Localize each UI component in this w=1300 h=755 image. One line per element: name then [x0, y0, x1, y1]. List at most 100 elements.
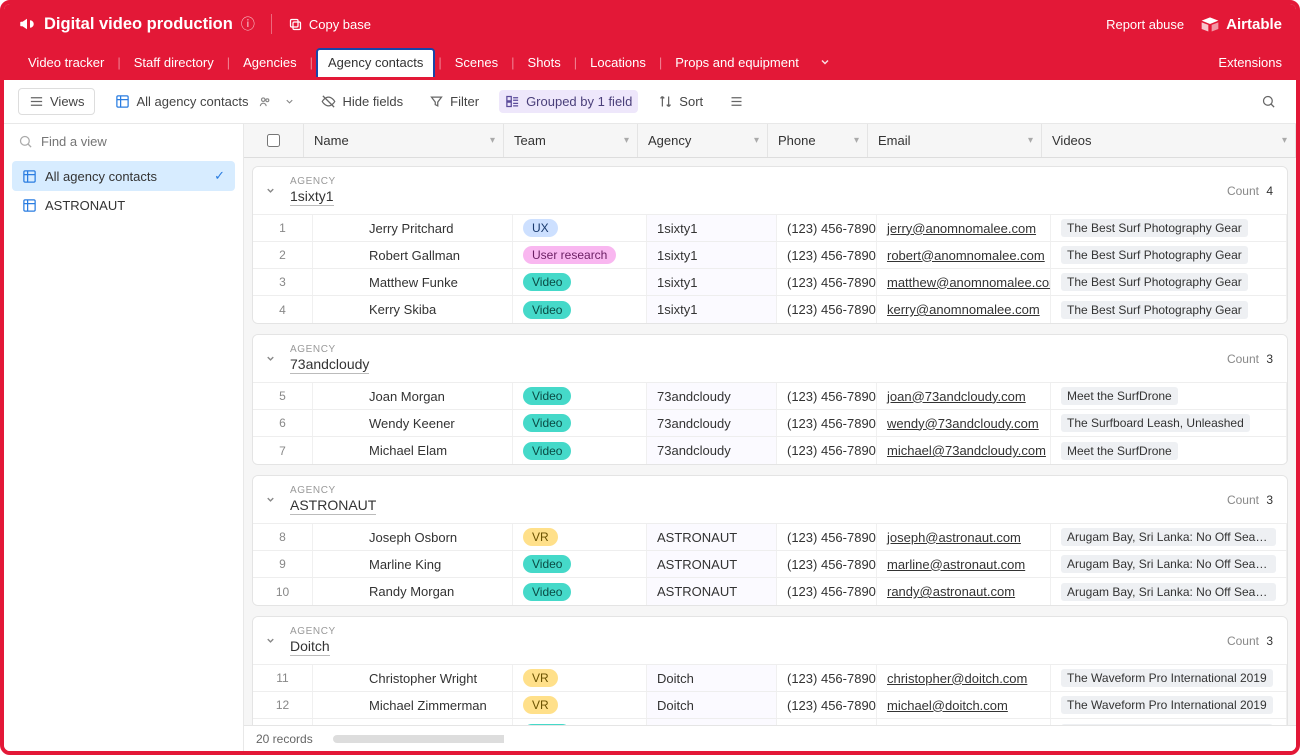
tab-staff-directory[interactable]: Staff directory [124, 49, 224, 76]
views-button[interactable]: Views [18, 88, 95, 115]
base-title[interactable]: Digital video production [44, 15, 233, 34]
cell-videos[interactable]: The Best Surf Photography Gear [1051, 242, 1287, 268]
cell-phone[interactable]: (123) 456-7890 [777, 215, 877, 241]
column-header-agency[interactable]: Agency▾ [638, 124, 768, 157]
table-row[interactable]: 12Michael ZimmermanVRDoitch(123) 456-789… [253, 692, 1287, 719]
column-header-phone[interactable]: Phone▾ [768, 124, 868, 157]
info-icon[interactable]: ⓘ [241, 14, 255, 34]
cell-name[interactable]: Michael Zimmerman [313, 692, 513, 718]
cell-videos[interactable]: Arugam Bay, Sri Lanka: No Off Season [1051, 524, 1287, 550]
column-header-email[interactable]: Email▾ [868, 124, 1042, 157]
cell-agency[interactable]: 73andcloudy [647, 383, 777, 409]
column-header-team[interactable]: Team▾ [504, 124, 638, 157]
cell-email[interactable]: randy@astronaut.com [877, 578, 1051, 605]
cell-videos[interactable]: Meet the SurfDrone [1051, 383, 1287, 409]
cell-agency[interactable]: Doitch [647, 665, 777, 691]
cell-team[interactable]: VR [513, 665, 647, 691]
cell-name[interactable]: Christopher Wright [313, 665, 513, 691]
cell-phone[interactable]: (123) 456-7890 [777, 410, 877, 436]
cell-agency[interactable]: 1sixty1 [647, 296, 777, 323]
chevron-down-icon[interactable] [813, 56, 837, 68]
cell-team[interactable]: VR [513, 692, 647, 718]
cell-email[interactable]: marline@astronaut.com [877, 551, 1051, 577]
table-row[interactable]: 1Jerry PritchardUX1sixty1(123) 456-7890j… [253, 215, 1287, 242]
group-header[interactable]: AGENCY73andcloudyCount 3 [253, 335, 1287, 383]
chevron-down-icon[interactable]: ▾ [1028, 135, 1033, 146]
tab-agencies[interactable]: Agencies [233, 49, 306, 76]
report-abuse-link[interactable]: Report abuse [1106, 17, 1184, 32]
cell-email[interactable]: wendy@73andcloudy.com [877, 410, 1051, 436]
cell-email[interactable]: jerry@anomnomalee.com [877, 215, 1051, 241]
cell-email[interactable]: joan@73andcloudy.com [877, 383, 1051, 409]
cell-phone[interactable]: (123) 456-7890 [777, 296, 877, 323]
chevron-down-icon[interactable]: ▾ [754, 135, 759, 146]
cell-email[interactable]: robert@anomnomalee.com [877, 242, 1051, 268]
column-header-name[interactable]: Name▾ [304, 124, 504, 157]
cell-phone[interactable]: (123) 456-7890 [777, 242, 877, 268]
current-view-button[interactable]: All agency contacts [109, 90, 301, 113]
cell-videos[interactable]: The Best Surf Photography Gear [1051, 296, 1287, 323]
cell-team[interactable]: Video [513, 437, 647, 464]
view-item-all-agency-contacts[interactable]: All agency contacts✓ [12, 161, 235, 191]
cell-name[interactable]: Wendy Keener [313, 410, 513, 436]
cell-team[interactable]: Video [513, 578, 647, 605]
table-row[interactable]: 6Wendy KeenerVideo73andcloudy(123) 456-7… [253, 410, 1287, 437]
cell-phone[interactable]: (123) 456-7890 [777, 269, 877, 295]
cell-videos[interactable]: The Waveform Pro International 2019 [1051, 692, 1287, 718]
tab-locations[interactable]: Locations [580, 49, 656, 76]
table-row[interactable]: 7Michael ElamVideo73andcloudy(123) 456-7… [253, 437, 1287, 464]
cell-team[interactable]: VR [513, 524, 647, 550]
cell-name[interactable]: Kerry Skiba [313, 296, 513, 323]
cell-email[interactable]: christopher@doitch.com [877, 665, 1051, 691]
cell-email[interactable]: matthew@anomnomalee.com [877, 269, 1051, 295]
chevron-down-icon[interactable] [265, 353, 276, 364]
cell-phone[interactable]: (123) 456-7890 [777, 437, 877, 464]
view-item-astronaut[interactable]: ASTRONAUT [12, 191, 235, 220]
cell-videos[interactable]: Meet the SurfDrone [1051, 437, 1287, 464]
cell-videos[interactable]: The Best Surf Photography Gear [1051, 215, 1287, 241]
cell-videos[interactable]: The Waveform Pro International 2019 [1051, 665, 1287, 691]
cell-videos[interactable]: Arugam Bay, Sri Lanka: No Off Season [1051, 578, 1287, 605]
cell-phone[interactable]: (123) 456-7890 [777, 692, 877, 718]
cell-team[interactable]: UX [513, 215, 647, 241]
select-all-checkbox[interactable] [267, 134, 280, 147]
cell-agency[interactable]: 1sixty1 [647, 269, 777, 295]
cell-name[interactable]: Matthew Funke [313, 269, 513, 295]
cell-videos[interactable]: The Surfboard Leash, Unleashed [1051, 410, 1287, 436]
filter-button[interactable]: Filter [423, 90, 485, 113]
group-header[interactable]: AGENCY1sixty1Count 4 [253, 167, 1287, 215]
cell-team[interactable]: Video [513, 410, 647, 436]
select-all-cell[interactable] [244, 124, 304, 157]
table-row[interactable]: 4Kerry SkibaVideo1sixty1(123) 456-7890ke… [253, 296, 1287, 323]
hide-fields-button[interactable]: Hide fields [315, 90, 409, 113]
cell-phone[interactable]: (123) 456-7890 [777, 665, 877, 691]
chevron-down-icon[interactable] [265, 185, 276, 196]
chevron-down-icon[interactable] [265, 494, 276, 505]
cell-agency[interactable]: Doitch [647, 692, 777, 718]
cell-phone[interactable]: (123) 456-7890 [777, 524, 877, 550]
cell-email[interactable]: michael@doitch.com [877, 692, 1051, 718]
cell-videos[interactable]: Arugam Bay, Sri Lanka: No Off Season [1051, 551, 1287, 577]
horizontal-scrollbar[interactable] [333, 735, 1284, 743]
cell-team[interactable]: Video [513, 551, 647, 577]
cell-phone[interactable]: (123) 456-7890 [777, 578, 877, 605]
cell-team[interactable]: Video [513, 383, 647, 409]
sort-button[interactable]: Sort [652, 90, 709, 113]
table-row[interactable]: 2Robert GallmanUser research1sixty1(123)… [253, 242, 1287, 269]
cell-name[interactable]: Randy Morgan [313, 578, 513, 605]
cell-agency[interactable]: 73andcloudy [647, 437, 777, 464]
search-button[interactable] [1255, 90, 1282, 113]
table-row[interactable]: 10Randy MorganVideoASTRONAUT(123) 456-78… [253, 578, 1287, 605]
copy-base-button[interactable]: Copy base [288, 17, 371, 32]
cell-team[interactable]: Video [513, 269, 647, 295]
cell-name[interactable]: Michael Elam [313, 437, 513, 464]
cell-agency[interactable]: 1sixty1 [647, 242, 777, 268]
cell-agency[interactable]: ASTRONAUT [647, 524, 777, 550]
table-row[interactable]: 9Marline KingVideoASTRONAUT(123) 456-789… [253, 551, 1287, 578]
cell-name[interactable]: Robert Gallman [313, 242, 513, 268]
cell-email[interactable]: kerry@anomnomalee.com [877, 296, 1051, 323]
cell-agency[interactable]: 1sixty1 [647, 215, 777, 241]
cell-name[interactable]: Joan Morgan [313, 383, 513, 409]
table-row[interactable]: 3Matthew FunkeVideo1sixty1(123) 456-7890… [253, 269, 1287, 296]
cell-name[interactable]: Joseph Osborn [313, 524, 513, 550]
